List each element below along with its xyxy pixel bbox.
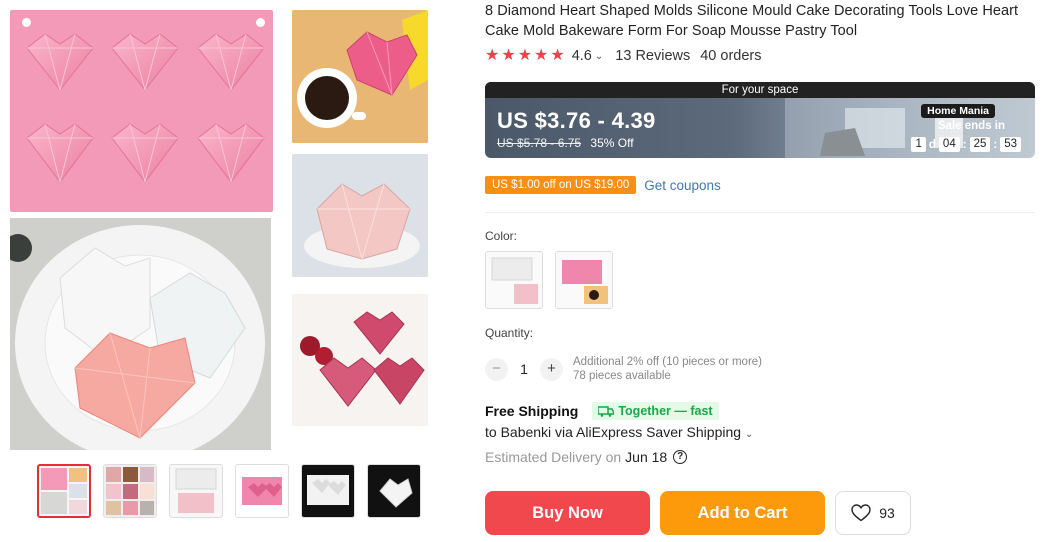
original-price-row: US $5.78 - 6.75 35% Off bbox=[497, 136, 634, 150]
original-price: US $5.78 - 6.75 bbox=[497, 136, 582, 150]
product-image-plate[interactable] bbox=[10, 218, 271, 450]
quantity-value[interactable]: 1 bbox=[508, 361, 540, 377]
bulk-discount-note: Additional 2% off (10 pieces or more) bbox=[573, 356, 762, 368]
quantity-note: Additional 2% off (10 pieces or more) 78… bbox=[573, 355, 762, 383]
plate-illustration bbox=[10, 218, 271, 450]
reviews-link[interactable]: 13 Reviews bbox=[615, 48, 690, 64]
countdown-seconds: 53 bbox=[1000, 137, 1021, 152]
estimated-delivery: Estimated Delivery on Jun 18 ? bbox=[485, 449, 688, 465]
heart-cavities bbox=[26, 33, 265, 183]
thumbnail-image bbox=[170, 465, 222, 517]
rating-row: ★ ★ ★ ★ ★ 4.6 ⌄ 13 Reviews 40 orders bbox=[485, 48, 762, 65]
shipping-row: Free Shipping Together — fast bbox=[485, 402, 719, 420]
countdown-hours: 04 bbox=[938, 137, 960, 152]
coupon-row: US $1.00 off on US $19.00 Get coupons bbox=[485, 176, 721, 194]
free-shipping-label: Free Shipping bbox=[485, 403, 579, 419]
together-label: Together — fast bbox=[618, 404, 713, 418]
thumbnail-image bbox=[236, 465, 288, 517]
add-to-cart-button[interactable]: Add to Cart bbox=[660, 491, 825, 535]
color-option-pink[interactable] bbox=[555, 251, 613, 309]
price-banner: For your space US $3.76 - 4.39 US $5.78 … bbox=[485, 82, 1035, 158]
divider bbox=[485, 212, 1035, 213]
thumbnail-image bbox=[368, 465, 420, 517]
color-swatch-image bbox=[556, 252, 612, 308]
action-buttons: Buy Now Add to Cart 93 bbox=[485, 491, 911, 535]
thumbnail-3[interactable] bbox=[169, 464, 223, 518]
chevron-down-icon[interactable]: ⌄ bbox=[595, 51, 603, 62]
orders-count: 40 orders bbox=[700, 48, 762, 64]
thumbnail-4[interactable] bbox=[235, 464, 289, 518]
quantity-decrease-button[interactable]: − bbox=[485, 357, 508, 381]
thumbnail-image bbox=[302, 465, 354, 517]
product-image-mold[interactable] bbox=[10, 10, 273, 212]
coupon-tag: US $1.00 off on US $19.00 bbox=[485, 176, 637, 194]
wishlist-button[interactable]: 93 bbox=[835, 491, 911, 535]
thumbnail-strip bbox=[37, 464, 421, 518]
together-badge: Together — fast bbox=[592, 402, 719, 420]
truck-icon bbox=[598, 405, 615, 417]
countdown-minutes: 25 bbox=[969, 137, 991, 152]
quantity-increase-button[interactable]: + bbox=[540, 357, 563, 381]
help-icon[interactable]: ? bbox=[673, 450, 688, 464]
heart-icon bbox=[851, 504, 871, 522]
wishlist-count: 93 bbox=[879, 505, 895, 521]
quantity-label: Quantity: bbox=[485, 326, 534, 340]
thumbnail-image bbox=[104, 465, 156, 517]
thumbnail-6[interactable] bbox=[367, 464, 421, 518]
countdown-days: 1 bbox=[911, 137, 926, 152]
star-icon: ★ bbox=[517, 47, 533, 64]
countdown-timer: 1 d 04 : 25 : 53 bbox=[911, 137, 1021, 152]
store-badge[interactable]: Home Mania bbox=[921, 104, 995, 118]
product-image-coffee[interactable] bbox=[292, 10, 428, 143]
countdown-days-unit: d bbox=[928, 138, 936, 151]
buy-now-button[interactable]: Buy Now bbox=[485, 491, 650, 535]
image-gallery bbox=[0, 0, 440, 542]
coffee-illustration bbox=[292, 10, 428, 143]
star-icon: ★ bbox=[485, 47, 500, 64]
product-title: 8 Diamond Heart Shaped Molds Silicone Mo… bbox=[485, 3, 1019, 39]
product-image-cake[interactable] bbox=[292, 154, 428, 277]
rating-value[interactable]: 4.6 bbox=[572, 48, 592, 64]
star-icon: ★ bbox=[501, 47, 516, 64]
thumbnail-2[interactable] bbox=[103, 464, 157, 518]
shipping-destination[interactable]: to Babenki via AliExpress Saver Shipping… bbox=[485, 424, 753, 440]
countdown-sep: : bbox=[993, 138, 998, 151]
banner-label: For your space bbox=[485, 82, 1035, 98]
countdown-sep: : bbox=[962, 138, 967, 151]
cake-illustration bbox=[292, 154, 428, 277]
color-options bbox=[485, 251, 613, 309]
star-rating: ★ ★ ★ ★ ★ bbox=[485, 48, 565, 64]
hearts-illustration bbox=[292, 294, 428, 426]
color-swatch-image bbox=[486, 252, 542, 308]
color-option-white[interactable] bbox=[485, 251, 543, 309]
thumbnail-1[interactable] bbox=[37, 464, 91, 518]
chevron-down-icon: ⌄ bbox=[744, 429, 754, 440]
estimated-delivery-label: Estimated Delivery on bbox=[485, 449, 622, 465]
shipping-destination-text: to Babenki via AliExpress Saver Shipping bbox=[485, 424, 742, 440]
estimated-delivery-date: Jun 18 bbox=[625, 449, 668, 465]
star-icon: ★ bbox=[534, 47, 549, 64]
price-range: US $3.76 - 4.39 bbox=[497, 108, 656, 133]
stock-note: 78 pieces available bbox=[573, 370, 671, 382]
product-image-hearts[interactable] bbox=[292, 294, 428, 426]
sale-ends-label: Sale ends in bbox=[937, 120, 1005, 132]
star-icon: ★ bbox=[550, 47, 565, 64]
quantity-stepper: − 1 + Additional 2% off (10 pieces or mo… bbox=[485, 355, 762, 383]
color-label: Color: bbox=[485, 229, 518, 243]
thumbnail-5[interactable] bbox=[301, 464, 355, 518]
thumbnail-image bbox=[39, 466, 89, 516]
discount-percent: 35% Off bbox=[590, 136, 634, 150]
get-coupons-link[interactable]: Get coupons bbox=[644, 178, 721, 193]
